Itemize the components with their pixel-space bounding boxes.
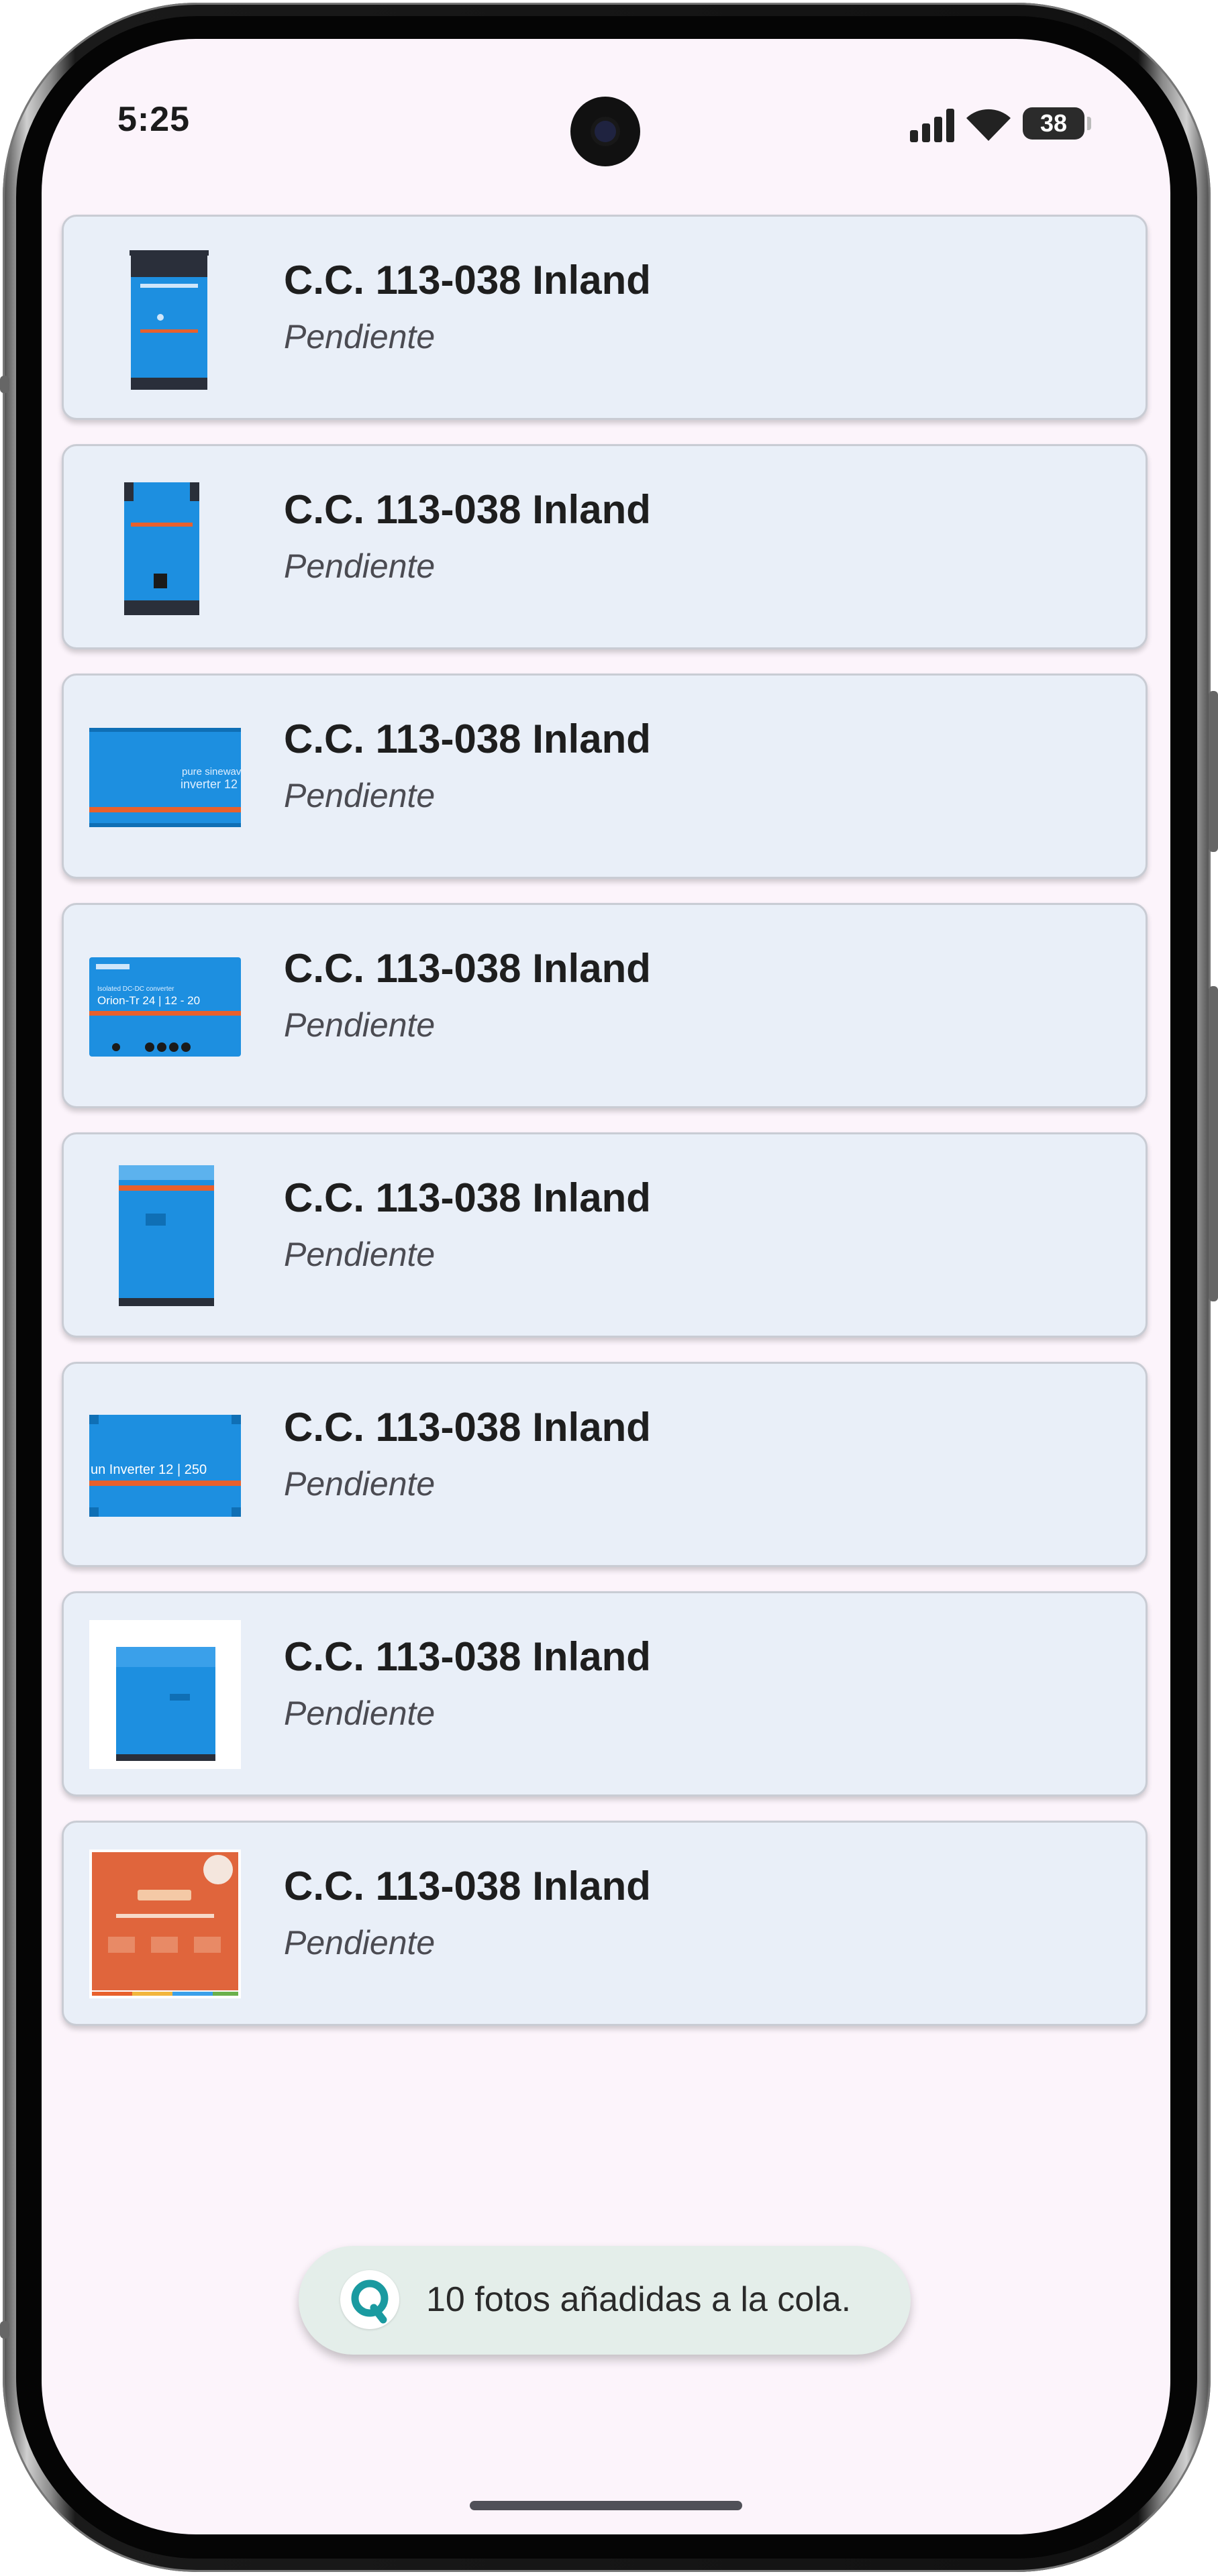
app-q-logo-icon: [340, 2270, 399, 2329]
cell-signal-icon: [910, 109, 958, 142]
item-status: Pendiente: [284, 777, 436, 814]
status-time: 5:25: [117, 100, 191, 139]
item-status: Pendiente: [284, 1465, 436, 1503]
front-camera: [570, 97, 640, 166]
svg-text:inverter 12: inverter 12: [181, 777, 238, 791]
side-notch: [0, 2321, 9, 2339]
item-title: C.C. 113-038 Inland: [284, 1634, 651, 1679]
photo-thumbnail: [89, 473, 241, 622]
queue-item[interactable]: C.C. 113-038 Inland Pendiente: [62, 1821, 1148, 2026]
queue-item[interactable]: Isolated DC-DC converter Orion-Tr 24 | 1…: [62, 903, 1148, 1108]
photo-thumbnail: pure sinewave inverter 12: [89, 702, 241, 851]
volume-button: [1209, 691, 1218, 852]
photo-thumbnail: Isolated DC-DC converter Orion-Tr 24 | 1…: [89, 932, 241, 1081]
item-title: C.C. 113-038 Inland: [284, 946, 651, 991]
queue-item[interactable]: C.C. 113-038 Inland Pendiente: [62, 444, 1148, 649]
home-indicator[interactable]: [470, 2501, 742, 2510]
queue-item[interactable]: C.C. 113-038 Inland Pendiente: [62, 1132, 1148, 1338]
queue-item[interactable]: C.C. 113-038 Inland Pendiente: [62, 1591, 1148, 1796]
queue-item[interactable]: pure sinewave inverter 12 C.C. 113-038 I…: [62, 674, 1148, 879]
item-status: Pendiente: [284, 1006, 436, 1044]
power-button: [1209, 986, 1218, 1301]
svg-text:Orion-Tr 24 | 12 - 20: Orion-Tr 24 | 12 - 20: [97, 994, 200, 1007]
queue-snackbar: 10 fotos añadidas a la cola.: [299, 2246, 911, 2355]
svg-text:Isolated DC-DC converter: Isolated DC-DC converter: [97, 985, 174, 993]
snackbar-message: 10 fotos añadidas a la cola.: [426, 2280, 852, 2319]
item-title: C.C. 113-038 Inland: [284, 1864, 651, 1909]
item-status: Pendiente: [284, 1924, 436, 1962]
item-status: Pendiente: [284, 1236, 436, 1273]
item-title: C.C. 113-038 Inland: [284, 716, 651, 761]
svg-text:pure sinewave: pure sinewave: [182, 766, 241, 777]
svg-text:un Inverter 12 | 250: un Inverter 12 | 250: [91, 1462, 207, 1477]
item-status: Pendiente: [284, 318, 436, 356]
item-title: C.C. 113-038 Inland: [284, 258, 651, 303]
item-title: C.C. 113-038 Inland: [284, 487, 651, 532]
photo-thumbnail: [89, 1849, 241, 1998]
battery-indicator: 38: [1023, 107, 1091, 140]
photo-thumbnail: un Inverter 12 | 250: [89, 1391, 241, 1540]
photo-thumbnail: [89, 1620, 241, 1769]
photo-thumbnail: [89, 1161, 241, 1310]
item-title: C.C. 113-038 Inland: [284, 1175, 651, 1220]
side-notch: [0, 376, 9, 393]
queue-item[interactable]: un Inverter 12 | 250 C.C. 113-038 Inland…: [62, 1362, 1148, 1567]
item-title: C.C. 113-038 Inland: [284, 1405, 651, 1450]
photo-thumbnail: [89, 244, 241, 392]
queue-item[interactable]: C.C. 113-038 Inland Pendiente: [62, 215, 1148, 420]
screen: 5:25 38 C.C. 113-038 Inland Pendiente C.…: [42, 39, 1170, 2534]
item-status: Pendiente: [284, 1695, 436, 1732]
item-status: Pendiente: [284, 547, 436, 585]
wifi-icon: [966, 109, 1011, 141]
